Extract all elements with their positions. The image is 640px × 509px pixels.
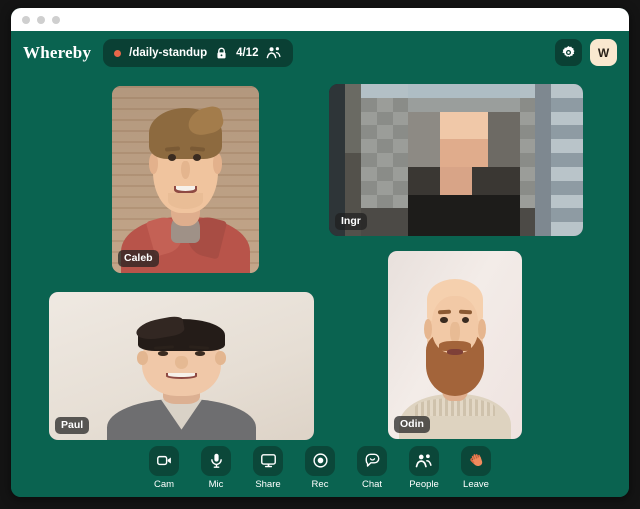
gear-icon [562, 46, 575, 57]
chat-label: Chat [361, 478, 383, 490]
pixelated-video-overlay [329, 84, 583, 236]
nose [450, 322, 460, 344]
record-circle-icon [312, 453, 328, 468]
waving-hand-icon [469, 454, 482, 467]
participant-count-label: 4/12 [236, 47, 259, 59]
minimize-icon[interactable] [37, 15, 45, 24]
people-button[interactable]: People [402, 445, 447, 490]
browser-window: Whereby /daily-standup 4/12 W Caleb Ingr… [11, 8, 629, 497]
ear-right [215, 351, 226, 365]
video-feed [329, 84, 583, 236]
video-tile-odin[interactable]: Odin [388, 251, 522, 439]
participant-name-badge: Caleb [118, 249, 159, 267]
chat-bubble-icon [365, 453, 379, 467]
leave-label: Leave [463, 478, 489, 490]
microphone-icon [210, 453, 222, 468]
participant-name-badge: Odin [394, 415, 430, 433]
window-titlebar [11, 8, 629, 31]
close-icon[interactable] [22, 15, 30, 24]
maximize-icon[interactable] [52, 15, 60, 24]
video-tile-caleb[interactable]: Caleb [112, 86, 259, 273]
desktop-backdrop: Whereby /daily-standup 4/12 W Caleb Ingr… [0, 0, 640, 509]
rec-label: Rec [311, 478, 329, 490]
teeth [168, 373, 195, 377]
whereby-logo: Whereby [23, 43, 92, 62]
share-button[interactable]: Share [246, 445, 291, 490]
video-tile-paul[interactable]: Paul [49, 292, 314, 440]
participant-name-badge: Paul [55, 416, 90, 434]
user-avatar[interactable]: W [590, 39, 617, 66]
header-actions: W [555, 39, 617, 66]
video-tile-ingrid[interactable]: Ingr [329, 84, 583, 236]
participant-name-badge: Ingr [335, 212, 367, 230]
mic-label: Mic [208, 478, 224, 490]
video-stage: Caleb Ingr Paul Odin [11, 75, 629, 450]
teeth [175, 186, 196, 191]
leave-button[interactable]: Leave [454, 445, 499, 490]
monitor-screen-icon [260, 454, 276, 468]
eye-left [157, 351, 169, 356]
video-feed [112, 86, 259, 273]
eye-right [194, 351, 206, 356]
people-icon [267, 47, 282, 59]
mouth [446, 348, 464, 356]
call-controls-toolbar: Cam Mic Share Rec Chat People Leave [11, 445, 629, 490]
mic-button[interactable]: Mic [194, 445, 239, 490]
share-label: Share [255, 478, 281, 490]
nose [174, 355, 189, 369]
lock-icon [217, 47, 226, 58]
room-name-label: /daily-standup [129, 47, 208, 59]
rec-button[interactable]: Rec [298, 445, 343, 490]
eye-left [167, 154, 176, 161]
people-group-icon [415, 453, 432, 467]
cam-button[interactable]: Cam [142, 445, 187, 490]
room-info-pill[interactable]: /daily-standup 4/12 [103, 39, 294, 67]
ear-left [136, 351, 148, 365]
chat-button[interactable]: Chat [350, 445, 395, 490]
ear-left [423, 318, 432, 340]
video-feed [388, 251, 522, 439]
eye-left [440, 316, 448, 324]
video-camera-icon [156, 455, 171, 466]
settings-button[interactable] [555, 39, 582, 66]
recording-dot-icon [114, 49, 122, 57]
eye-right [192, 154, 201, 161]
whereby-app: Whereby /daily-standup 4/12 W Caleb Ingr… [11, 31, 629, 497]
video-feed [49, 292, 314, 440]
app-header: Whereby /daily-standup 4/12 W [11, 31, 629, 75]
cam-label: Cam [153, 478, 175, 490]
people-label: People [409, 478, 439, 490]
